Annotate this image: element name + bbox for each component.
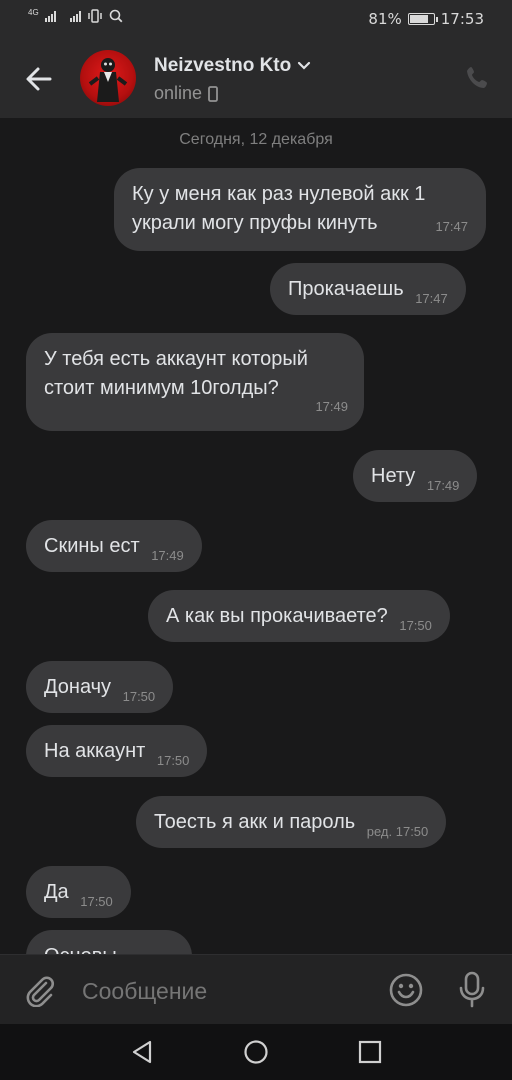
chat-header: Neizvestno Kto online [0, 38, 512, 118]
status-bar: 4G 81% 17:53 [0, 0, 512, 38]
message-time: 17:47 [415, 291, 448, 306]
message-text: Тоесть я акк и пароль [154, 811, 356, 833]
microphone-icon[interactable] [456, 970, 488, 1010]
search-icon [109, 9, 123, 23]
message-text: На аккаунт [44, 740, 146, 762]
smile-icon[interactable] [388, 972, 424, 1008]
message-text: Да [44, 881, 69, 903]
chat-title-block[interactable]: Neizvestno Kto online [154, 55, 311, 104]
square-recent-icon[interactable] [356, 1038, 384, 1066]
message-bubble-outgoing[interactable]: Тоесть я акк и пароль ред. 17:50 [136, 796, 447, 848]
avatar[interactable] [80, 50, 136, 106]
message-time: 17:50 [399, 618, 432, 633]
battery-icon [407, 13, 438, 25]
signal-2-icon [69, 10, 81, 22]
signal-icon [44, 10, 56, 22]
message-bubble-incoming[interactable]: Скины ест 17:49 [26, 520, 202, 572]
message-text: Ку у меня как раз нулевой акк 1 украли м… [132, 183, 426, 234]
message-bubble-incoming[interactable]: На аккаунт 17:50 [26, 725, 208, 777]
online-status: online [154, 83, 311, 104]
online-label: online [154, 83, 203, 103]
avatar-figure-icon [88, 58, 128, 102]
paperclip-icon[interactable] [22, 973, 56, 1007]
message-bubble-outgoing[interactable]: А как вы прокачиваете? 17:50 [148, 590, 450, 642]
message-input[interactable] [82, 975, 362, 1007]
message-bubble-outgoing[interactable]: Ку у меня как раз нулевой акк 1 украли м… [114, 168, 486, 251]
message-list[interactable]: Сегодня, 12 декабря Ку у меня как раз ну… [0, 118, 512, 954]
clock: 17:53 [440, 10, 484, 28]
mobile-icon [208, 85, 218, 102]
message-bubble-outgoing[interactable]: Нету 17:49 [353, 450, 478, 502]
message-text: Скины ест [44, 535, 140, 557]
message-bubble-incoming[interactable]: Да 17:50 [26, 866, 131, 918]
message-time: 17:50 [156, 753, 190, 768]
message-text: Доначу [44, 676, 112, 698]
message-time: 17:49 [315, 399, 348, 414]
message-text: У тебя есть аккаунт который стоит миниму… [44, 348, 308, 399]
message-text: Прокачаешь [288, 278, 404, 300]
message-text: А как вы прокачиваете? [166, 605, 388, 627]
vibrate-icon [87, 9, 102, 23]
message-composer [0, 954, 512, 1024]
chevron-down-icon [298, 61, 311, 70]
message-bubble-incoming[interactable]: Основы [26, 930, 192, 954]
circle-home-icon[interactable] [242, 1038, 270, 1066]
message-time: 17:49 [426, 478, 460, 493]
message-time: 17:50 [80, 894, 113, 909]
date-divider: Сегодня, 12 декабря [179, 131, 333, 148]
battery-percent: 81% [368, 10, 402, 28]
network-type-label: 4G [28, 7, 39, 17]
status-right: 81% 17:53 [368, 10, 484, 28]
message-bubble-incoming[interactable]: У тебя есть аккаунт который стоит миниму… [26, 333, 364, 431]
arrow-left-icon[interactable] [22, 62, 56, 96]
status-left-icons: 4G [28, 7, 123, 23]
message-text: Нету [371, 465, 416, 487]
message-time: 17:49 [151, 548, 184, 563]
triangle-back-icon[interactable] [128, 1038, 156, 1066]
message-time-edited: ред. 17:50 [366, 824, 429, 839]
message-bubble-incoming[interactable]: Доначу 17:50 [26, 661, 174, 713]
system-nav-bar [0, 1024, 512, 1080]
message-time: 17:50 [122, 689, 156, 704]
message-text: Основы [44, 945, 117, 954]
contact-name: Neizvestno Kto [154, 55, 292, 76]
message-time: 17:47 [435, 219, 468, 234]
chat-title[interactable]: Neizvestno Kto [154, 55, 311, 77]
message-bubble-outgoing[interactable]: Прокачаешь 17:47 [270, 263, 466, 315]
phone-icon[interactable] [464, 64, 492, 92]
